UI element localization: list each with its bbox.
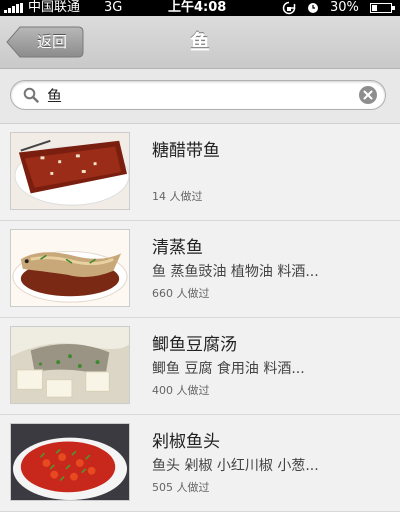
- battery-icon: [370, 3, 395, 13]
- recipe-image: [10, 326, 130, 404]
- battery-percent: 30%: [330, 0, 359, 15]
- recipe-image: [10, 423, 130, 501]
- recipe-title: 清蒸鱼: [152, 238, 203, 258]
- rotation-lock-icon: [282, 1, 296, 15]
- recipe-title: 剁椒鱼头: [152, 432, 220, 452]
- recipe-ingredients: 鱼头 剁椒 小红川椒 小葱...: [152, 458, 319, 474]
- recipe-made-count: 660 人做过: [152, 287, 210, 300]
- alarm-icon: [308, 3, 318, 13]
- carrier-name: 中国联通: [28, 0, 81, 15]
- list-item[interactable]: 清蒸鱼 鱼 蒸鱼豉油 植物油 料酒... 660 人做过: [0, 221, 400, 318]
- search-bar: [0, 69, 400, 124]
- recipe-image: [10, 229, 130, 307]
- navigation-bar: 返回 鱼: [0, 16, 400, 69]
- search-input[interactable]: [47, 84, 347, 106]
- page-title: 鱼: [190, 30, 210, 54]
- recipe-made-count: 14 人做过: [152, 190, 203, 203]
- network-type: 3G: [104, 0, 123, 15]
- clear-icon[interactable]: [359, 86, 377, 104]
- recipe-title: 鲫鱼豆腐汤: [152, 335, 237, 355]
- back-button-label: 返回: [36, 33, 67, 51]
- list-item[interactable]: 糖醋带鱼 14 人做过: [0, 124, 400, 221]
- search-field[interactable]: [10, 80, 386, 110]
- clock: 上午4:08: [168, 0, 227, 15]
- search-icon: [23, 87, 39, 103]
- list-item[interactable]: 剁椒鱼头 鱼头 剁椒 小红川椒 小葱... 505 人做过: [0, 415, 400, 512]
- recipe-list: 糖醋带鱼 14 人做过 清蒸鱼 鱼 蒸鱼豉油 植物油 料酒... 660 人做过: [0, 124, 400, 512]
- recipe-image: [10, 132, 130, 210]
- recipe-ingredients: 鲫鱼 豆腐 食用油 料酒...: [152, 361, 305, 377]
- signal-icon: [4, 3, 24, 13]
- list-item[interactable]: 鲫鱼豆腐汤 鲫鱼 豆腐 食用油 料酒... 400 人做过: [0, 318, 400, 415]
- recipe-title: 糖醋带鱼: [152, 141, 220, 161]
- recipe-made-count: 505 人做过: [152, 481, 210, 494]
- status-bar: 中国联通 3G 上午4:08 30%: [0, 0, 400, 16]
- recipe-ingredients: 鱼 蒸鱼豉油 植物油 料酒...: [152, 264, 319, 280]
- recipe-made-count: 400 人做过: [152, 384, 210, 397]
- back-button[interactable]: 返回: [6, 26, 84, 58]
